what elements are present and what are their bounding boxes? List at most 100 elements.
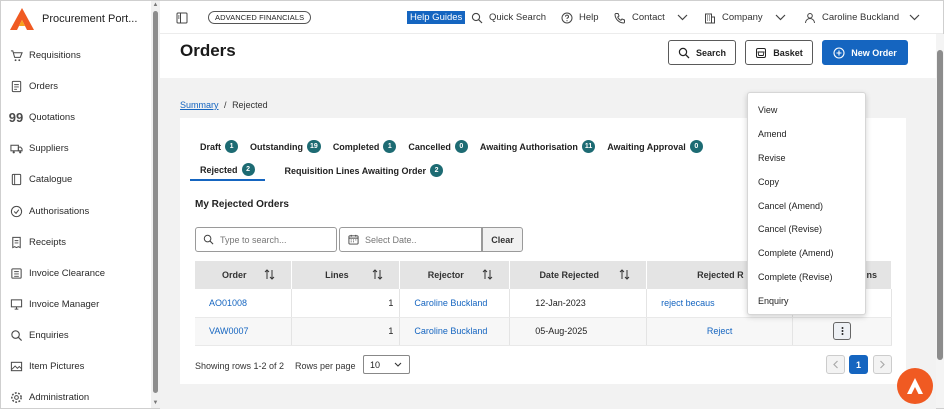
basket-button[interactable]: Basket bbox=[745, 40, 813, 65]
sidebar-item-label: Enquiries bbox=[29, 329, 69, 341]
table-footer: Showing rows 1-2 of 2 Rows per page 10 1 bbox=[195, 355, 892, 377]
user-menu[interactable]: Caroline Buckland bbox=[804, 1, 920, 34]
company-menu[interactable]: Company bbox=[704, 1, 786, 34]
quick-search-button[interactable]: Quick Search bbox=[471, 1, 546, 34]
assistant-launcher-button[interactable] bbox=[897, 368, 933, 404]
tab-draft[interactable]: Draft 1 bbox=[200, 140, 239, 153]
rejector-link[interactable]: Caroline Buckland bbox=[414, 298, 487, 308]
tab-count-badge: 0 bbox=[454, 140, 468, 153]
tab-count-badge: 0 bbox=[689, 140, 703, 153]
tab-count-badge: 2 bbox=[241, 163, 255, 176]
tab-awaiting-approval[interactable]: Awaiting Approval 0 bbox=[607, 140, 703, 153]
sidebar-item-label: Quotations bbox=[29, 112, 75, 124]
column-header-order[interactable]: Order bbox=[195, 261, 293, 289]
row-actions-button[interactable] bbox=[833, 322, 852, 340]
sidebar-scroll-thumb[interactable] bbox=[153, 11, 158, 393]
order-link[interactable]: AO01008 bbox=[209, 298, 247, 308]
gear-icon bbox=[9, 391, 23, 405]
menu-item-cancel-amend[interactable]: Cancel (Amend) bbox=[748, 194, 865, 218]
menu-item-complete-amend[interactable]: Complete (Amend) bbox=[748, 241, 865, 265]
rows-per-page-select[interactable]: 10 bbox=[363, 355, 410, 374]
contact-menu[interactable]: Contact bbox=[614, 1, 688, 34]
sidebar-item-enquiries[interactable]: Enquiries bbox=[1, 320, 151, 351]
sort-icon[interactable] bbox=[372, 269, 383, 280]
sidebar: Procurement Port... Requisitions Orders … bbox=[1, 1, 151, 407]
sidebar-item-item-pictures[interactable]: Item Pictures bbox=[1, 351, 151, 382]
order-link[interactable]: VAW0007 bbox=[209, 326, 249, 336]
tab-cancelled[interactable]: Cancelled 0 bbox=[408, 140, 468, 153]
new-order-button[interactable]: New Order bbox=[822, 40, 908, 65]
search-icon bbox=[9, 328, 23, 342]
tab-completed[interactable]: Completed 1 bbox=[333, 140, 397, 153]
sidebar-item-administration[interactable]: Administration bbox=[1, 382, 151, 409]
column-header-date-rejected[interactable]: Date Rejected bbox=[509, 261, 648, 289]
lines-cell: 1 bbox=[291, 317, 401, 346]
tab-count-badge: 19 bbox=[307, 140, 321, 153]
date-input[interactable] bbox=[365, 234, 465, 245]
search-input[interactable] bbox=[220, 234, 320, 245]
rejector-link[interactable]: Caroline Buckland bbox=[414, 326, 487, 336]
sidebar-item-quotations[interactable]: 99 Quotations bbox=[1, 102, 151, 133]
sidebar-item-orders[interactable]: Orders bbox=[1, 71, 151, 102]
column-header-lines[interactable]: Lines bbox=[291, 261, 401, 289]
sidebar-item-suppliers[interactable]: Suppliers bbox=[1, 133, 151, 164]
table-search[interactable] bbox=[195, 227, 337, 252]
status-tabs: Draft 1 Outstanding 19 Completed 1 Cancelle… bbox=[200, 140, 715, 153]
prev-page-button[interactable] bbox=[826, 355, 845, 374]
menu-item-copy[interactable]: Copy bbox=[748, 170, 865, 194]
page-button-current[interactable]: 1 bbox=[849, 355, 868, 374]
sidebar-item-requisitions[interactable]: Requisitions bbox=[1, 40, 151, 71]
next-page-button[interactable] bbox=[873, 355, 892, 374]
clear-button[interactable]: Clear bbox=[482, 227, 523, 252]
scroll-down-icon[interactable]: ▼ bbox=[152, 400, 159, 406]
more-vertical-icon bbox=[841, 327, 844, 335]
column-header-label: Order bbox=[221, 270, 247, 280]
menu-item-enquiry[interactable]: Enquiry bbox=[748, 289, 865, 313]
sort-icon[interactable] bbox=[619, 269, 630, 280]
sidebar-item-label: Catalogue bbox=[29, 174, 73, 186]
tab-outstanding[interactable]: Outstanding 19 bbox=[250, 140, 321, 153]
sort-icon[interactable] bbox=[264, 269, 275, 280]
sort-icon[interactable] bbox=[482, 269, 493, 280]
reason-link[interactable]: Reject bbox=[707, 326, 733, 336]
tab-requisition-lines-awaiting-order[interactable]: Requisition Lines Awaiting Order 2 bbox=[277, 163, 454, 181]
main-scrollbar[interactable] bbox=[936, 34, 944, 408]
reason-link[interactable]: reject becaus bbox=[661, 298, 715, 308]
main-scroll-thumb[interactable] bbox=[937, 50, 943, 360]
search-button[interactable]: Search bbox=[668, 40, 736, 65]
sidebar-toggle-button[interactable] bbox=[176, 1, 188, 34]
breadcrumb: Summary / Rejected bbox=[180, 100, 268, 110]
scroll-up-icon[interactable]: ▲ bbox=[152, 2, 159, 8]
breadcrumb-separator: / bbox=[224, 100, 227, 110]
calendar-icon bbox=[348, 234, 359, 245]
date-cell: 12-Jan-2023 bbox=[509, 289, 648, 318]
help-button[interactable]: Help bbox=[561, 1, 599, 34]
sidebar-item-invoice-clearance[interactable]: Invoice Clearance bbox=[1, 258, 151, 289]
menu-item-revise[interactable]: Revise bbox=[748, 146, 865, 170]
tab-label: Draft bbox=[200, 141, 222, 152]
tab-count-badge: 1 bbox=[225, 140, 239, 153]
column-header-label: Rejector bbox=[427, 270, 464, 280]
sidebar-item-receipts[interactable]: Receipts bbox=[1, 227, 151, 258]
date-filter[interactable] bbox=[339, 227, 482, 252]
menu-item-complete-revise[interactable]: Complete (Revise) bbox=[748, 265, 865, 289]
tab-label: Cancelled bbox=[408, 141, 451, 152]
menu-item-amend[interactable]: Amend bbox=[748, 122, 865, 146]
sidebar-item-catalogue[interactable]: Catalogue bbox=[1, 164, 151, 195]
sidebar-scrollbar[interactable]: ▲ ▼ bbox=[151, 1, 160, 408]
clipboard-icon bbox=[9, 80, 23, 94]
menu-item-cancel-revise[interactable]: Cancel (Revise) bbox=[748, 217, 865, 241]
help-circle-icon bbox=[561, 12, 573, 23]
sidebar-item-authorisations[interactable]: Authorisations bbox=[1, 195, 151, 226]
sidebar-item-invoice-manager[interactable]: Invoice Manager bbox=[1, 289, 151, 320]
column-header-rejector[interactable]: Rejector bbox=[399, 261, 511, 289]
help-guides-link[interactable]: Help Guides bbox=[407, 11, 466, 24]
basket-button-label: Basket bbox=[773, 47, 803, 58]
search-icon bbox=[471, 12, 483, 23]
tab-rejected[interactable]: Rejected 2 bbox=[190, 163, 265, 181]
menu-item-view[interactable]: View bbox=[748, 98, 865, 122]
brand[interactable]: Procurement Port... bbox=[9, 7, 137, 31]
tab-awaiting-authorisation[interactable]: Awaiting Authorisation 11 bbox=[480, 140, 596, 153]
user-name: Caroline Buckland bbox=[822, 12, 900, 23]
breadcrumb-summary-link[interactable]: Summary bbox=[180, 100, 219, 110]
